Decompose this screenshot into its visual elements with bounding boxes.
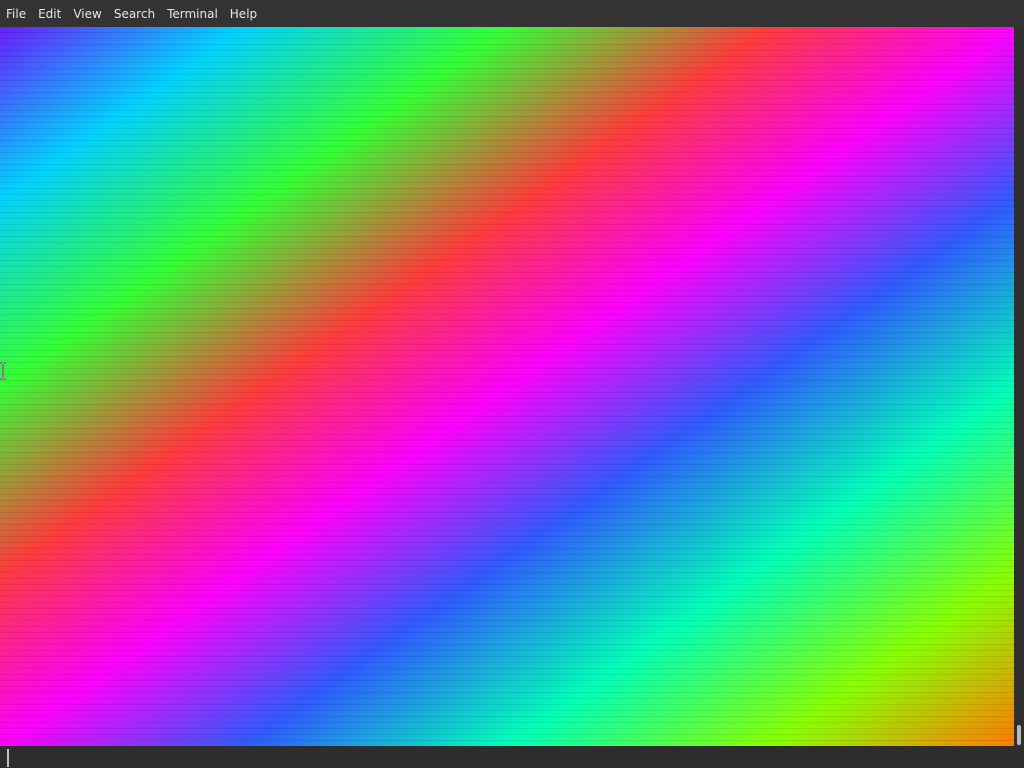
menu-edit[interactable]: Edit: [32, 0, 67, 27]
bottom-left-marker: [7, 749, 9, 767]
menu-file[interactable]: File: [0, 0, 32, 27]
bottom-bar: [0, 746, 1024, 768]
menu-search[interactable]: Search: [108, 0, 161, 27]
vertical-scrollbar[interactable]: [1014, 27, 1024, 746]
menu-bar: File Edit View Search Terminal Help: [0, 0, 1024, 27]
menu-help[interactable]: Help: [224, 0, 263, 27]
rainbow-gradient-canvas: [0, 27, 1014, 746]
menu-view[interactable]: View: [67, 0, 107, 27]
scrollbar-thumb[interactable]: [1017, 725, 1021, 745]
menu-terminal[interactable]: Terminal: [161, 0, 224, 27]
terminal-window: File Edit View Search Terminal Help: [0, 0, 1024, 768]
terminal-output-area[interactable]: [0, 27, 1014, 746]
